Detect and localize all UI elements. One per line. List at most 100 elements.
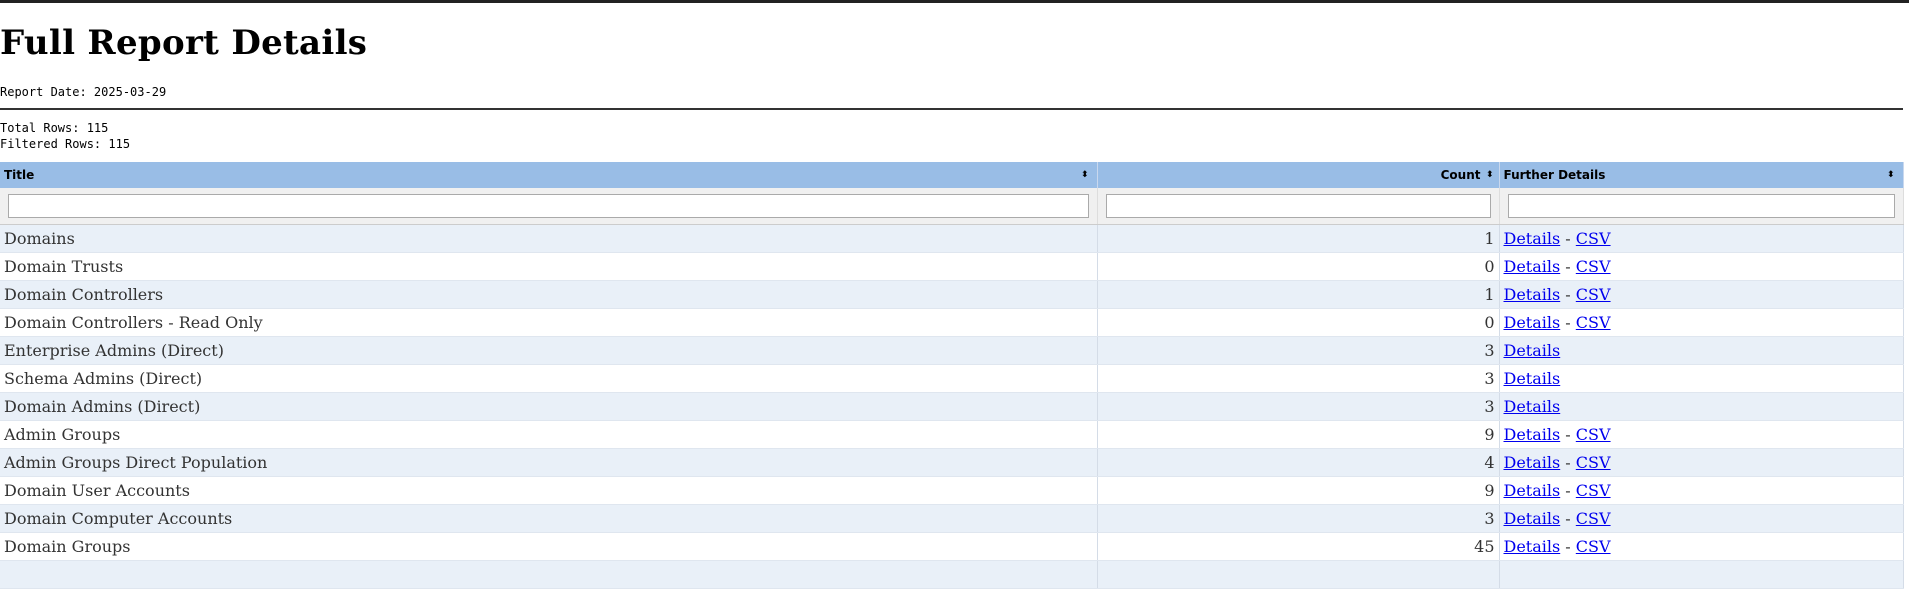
cell-title: Enterprise Admins (Direct) xyxy=(0,336,1098,365)
cell-count: 3 xyxy=(1097,392,1500,421)
details-link[interactable]: Details xyxy=(1504,313,1561,332)
details-link[interactable]: Details xyxy=(1504,397,1561,416)
column-header-count[interactable]: Count ⬍ xyxy=(1097,162,1500,188)
cell-further-details: Details - CSV xyxy=(1499,448,1904,477)
cell-count: 3 xyxy=(1097,504,1500,533)
table-row: Domain Controllers - Read Only 0 Details -… xyxy=(0,308,1904,337)
row-counts: Total Rows: 115 Filtered Rows: 115 xyxy=(0,120,130,152)
details-link[interactable]: Details xyxy=(1504,229,1561,248)
link-separator: - xyxy=(1560,481,1576,500)
details-link[interactable]: Details xyxy=(1504,509,1561,528)
cell-further-details: Details xyxy=(1499,392,1904,421)
cell-further-details: Details - CSV xyxy=(1499,532,1904,561)
filter-cell-title xyxy=(0,188,1098,225)
cell-title: Domain Admins (Direct) xyxy=(0,392,1098,421)
column-header-title[interactable]: Title ⬍ xyxy=(0,162,1098,188)
cell-further-details: Details - CSV xyxy=(1499,504,1904,533)
filter-input-count[interactable] xyxy=(1105,194,1491,218)
column-header-details[interactable]: Further Details ⬍ xyxy=(1499,162,1904,188)
filter-cell-details xyxy=(1499,188,1904,225)
table-body: Domains 1 Details - CSV Domain Trusts 0 Detai… xyxy=(0,224,1904,589)
cell-further-details: Details - CSV xyxy=(1499,476,1904,505)
table-row: Domain Groups 45 Details - CSV xyxy=(0,532,1904,561)
details-link[interactable]: Details xyxy=(1504,481,1561,500)
link-separator: - xyxy=(1560,257,1576,276)
cell-count: 1 xyxy=(1097,280,1500,309)
column-header-title-label: Title xyxy=(4,168,35,182)
filtered-rows: Filtered Rows: 115 xyxy=(0,137,131,151)
link-separator: - xyxy=(1560,537,1576,556)
divider xyxy=(0,108,1903,110)
cell-title: Domain Controllers xyxy=(0,280,1098,309)
link-separator: - xyxy=(1560,313,1576,332)
cell-title: Domain Controllers - Read Only xyxy=(0,308,1098,337)
filter-input-details[interactable] xyxy=(1507,194,1895,218)
details-link[interactable]: Details xyxy=(1504,369,1561,388)
table-row: Domains 1 Details - CSV xyxy=(0,224,1904,253)
filter-input-title[interactable] xyxy=(8,194,1089,218)
cell-count: 1 xyxy=(1097,224,1500,253)
page-title: Full Report Details xyxy=(0,23,368,63)
csv-link[interactable]: CSV xyxy=(1576,453,1611,472)
details-link[interactable]: Details xyxy=(1504,285,1561,304)
table-row: Domain Controllers 1 Details - CSV xyxy=(0,280,1904,309)
sort-icon[interactable]: ⬍ xyxy=(1887,171,1895,180)
csv-link[interactable]: CSV xyxy=(1576,285,1611,304)
cell-count: 9 xyxy=(1097,420,1500,449)
cell-further-details: Details - CSV xyxy=(1499,420,1904,449)
cell-title: Admin Groups Direct Population xyxy=(0,448,1098,477)
cell-title: Domain Computer Accounts xyxy=(0,504,1098,533)
report-date: Report Date: 2025-03-29 xyxy=(0,85,167,99)
details-link[interactable]: Details xyxy=(1504,425,1561,444)
cell-title: Domain User Accounts xyxy=(0,476,1098,505)
cell-title: Domains xyxy=(0,224,1098,253)
total-rows: Total Rows: 115 xyxy=(0,121,109,135)
details-link[interactable]: Details xyxy=(1504,453,1561,472)
table-row: Domain Trusts 0 Details - CSV xyxy=(0,252,1904,281)
cell-further-details: Details - CSV xyxy=(1499,280,1904,309)
link-separator: - xyxy=(1560,509,1576,528)
cell-further-details: Details xyxy=(1499,364,1904,393)
table-row: Domain Computer Accounts 3 Details - CSV xyxy=(0,504,1904,533)
table-row: Domain Admins (Direct) 3 Details xyxy=(0,392,1904,421)
cell-further-details: Details - CSV xyxy=(1499,224,1904,253)
column-header-count-label: Count xyxy=(1440,168,1481,182)
cell-further-details: Details - CSV xyxy=(1499,308,1904,337)
sort-icon[interactable]: ⬍ xyxy=(1081,171,1089,180)
csv-link[interactable]: CSV xyxy=(1576,537,1611,556)
cell-title: Admin Groups xyxy=(0,420,1098,449)
link-separator: - xyxy=(1560,453,1576,472)
cell-count: 0 xyxy=(1097,308,1500,337)
details-link[interactable]: Details xyxy=(1504,537,1561,556)
cell-title: Schema Admins (Direct) xyxy=(0,364,1098,393)
details-link[interactable]: Details xyxy=(1504,257,1561,276)
cell-title: Domain Trusts xyxy=(0,252,1098,281)
csv-link[interactable]: CSV xyxy=(1576,481,1611,500)
csv-link[interactable]: CSV xyxy=(1576,257,1611,276)
cell-further-details: Details xyxy=(1499,336,1904,365)
csv-link[interactable]: CSV xyxy=(1576,509,1611,528)
cell-count: 9 xyxy=(1097,476,1500,505)
header-row: Title ⬍ Count ⬍ Further Details ⬍ xyxy=(0,162,1904,188)
report-table: Title ⬍ Count ⬍ Further Details ⬍ Domain… xyxy=(0,162,1904,589)
sort-icon[interactable]: ⬍ xyxy=(1486,171,1494,180)
link-separator: - xyxy=(1560,285,1576,304)
table-row: Schema Admins (Direct) 3 Details xyxy=(0,364,1904,393)
csv-link[interactable]: CSV xyxy=(1576,425,1611,444)
table-row: Admin Groups Direct Population 4 Details -… xyxy=(0,448,1904,477)
cell-count: 3 xyxy=(1097,364,1500,393)
table-row: Domain User Accounts 9 Details - CSV xyxy=(0,476,1904,505)
cell-count: 4 xyxy=(1097,448,1500,477)
link-separator: - xyxy=(1560,425,1576,444)
column-header-details-label: Further Details xyxy=(1503,168,1606,182)
details-link[interactable]: Details xyxy=(1504,341,1561,360)
csv-link[interactable]: CSV xyxy=(1576,229,1611,248)
csv-link[interactable]: CSV xyxy=(1576,313,1611,332)
table-row: Enterprise Admins (Direct) 3 Details xyxy=(0,336,1904,365)
cell-count: 3 xyxy=(1097,336,1500,365)
cell-title: Domain Groups xyxy=(0,532,1098,561)
table-row: Admin Groups 9 Details - CSV xyxy=(0,420,1904,449)
filter-row xyxy=(0,188,1904,225)
cell-further-details: Details - CSV xyxy=(1499,252,1904,281)
filter-cell-count xyxy=(1097,188,1500,225)
